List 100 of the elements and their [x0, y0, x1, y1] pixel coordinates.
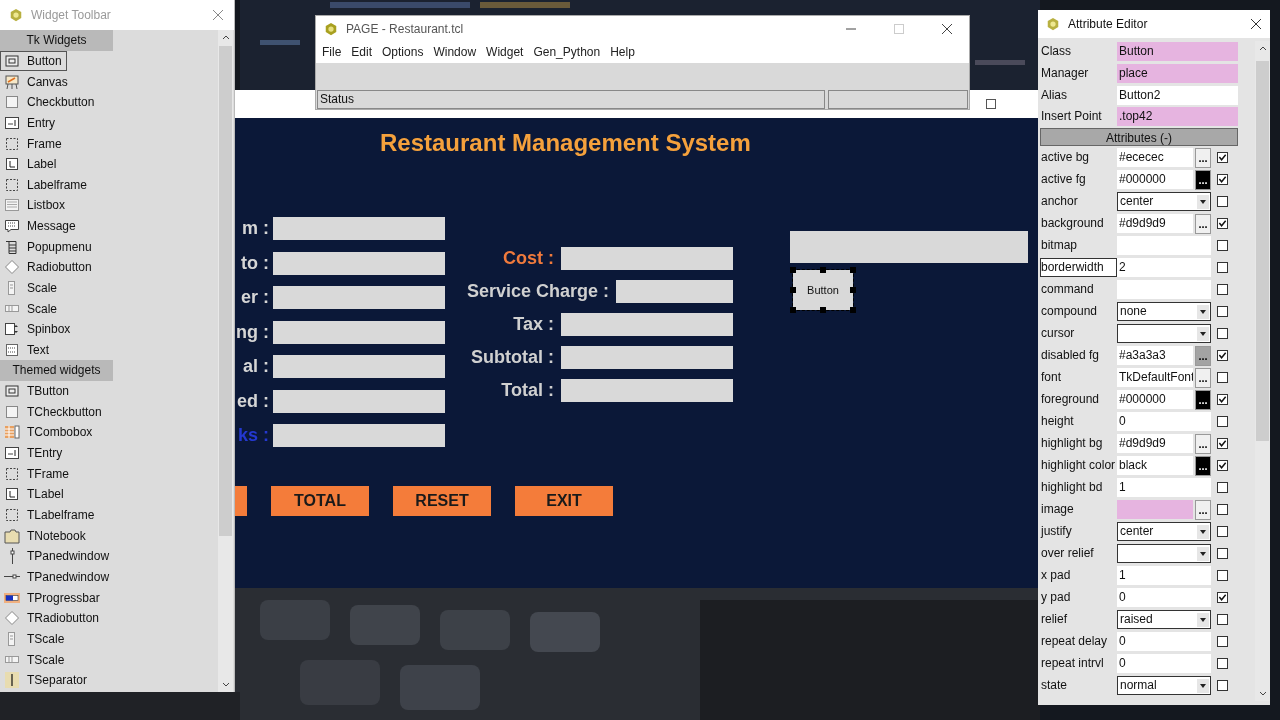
- checkbox[interactable]: [1217, 570, 1228, 582]
- attribute-field[interactable]: 0: [1117, 588, 1211, 608]
- palette-item[interactable]: Checkbutton: [0, 91, 100, 113]
- palette-item[interactable]: TPanedwindow: [0, 566, 115, 588]
- menu-item[interactable]: Widget: [486, 45, 524, 59]
- property-field[interactable]: place: [1117, 64, 1238, 84]
- action-button[interactable]: TOTAL: [271, 486, 369, 516]
- picker-button[interactable]: ...: [1195, 213, 1211, 234]
- input-field[interactable]: [616, 279, 733, 303]
- attribute-field[interactable]: 0: [1117, 654, 1211, 674]
- attribute-field[interactable]: [1117, 500, 1193, 520]
- dropdown-field[interactable]: normal: [1117, 676, 1211, 696]
- palette-item[interactable]: Scale: [0, 298, 63, 319]
- input-field[interactable]: [561, 312, 733, 336]
- palette-item[interactable]: Text: [0, 339, 54, 361]
- attribute-field[interactable]: #ececec: [1117, 148, 1193, 168]
- checkbox[interactable]: [1217, 174, 1228, 186]
- checkbox[interactable]: [1217, 284, 1228, 296]
- attribute-field[interactable]: [1117, 280, 1211, 300]
- attribute-field[interactable]: #a3a3a3: [1117, 346, 1193, 366]
- palette-item[interactable]: TSeparator: [0, 669, 93, 691]
- palette-item[interactable]: Listbox: [0, 195, 71, 216]
- palette-item[interactable]: Canvas: [0, 71, 73, 92]
- checkbox[interactable]: [1217, 636, 1228, 648]
- palette-item[interactable]: Spinbox: [0, 318, 76, 340]
- attribute-field[interactable]: #d9d9d9: [1117, 434, 1193, 454]
- checkbox[interactable]: [1217, 350, 1228, 362]
- checkbox[interactable]: [1217, 658, 1228, 670]
- attribute-field[interactable]: black: [1117, 456, 1193, 476]
- menu-item[interactable]: File: [322, 45, 342, 59]
- dropdown-field[interactable]: none: [1117, 302, 1211, 322]
- input-field[interactable]: [273, 424, 445, 447]
- input-field[interactable]: [561, 246, 733, 270]
- checkbox[interactable]: [1217, 680, 1228, 692]
- property-field[interactable]: .top42: [1117, 107, 1238, 127]
- palette-item[interactable]: TProgressbar: [0, 587, 105, 608]
- property-field[interactable]: Button: [1117, 42, 1238, 62]
- attribute-field[interactable]: 0: [1117, 632, 1211, 652]
- attribute-field[interactable]: 0: [1117, 412, 1211, 432]
- palette-item[interactable]: Popupmenu: [0, 236, 97, 258]
- palette-item[interactable]: Label: [0, 153, 62, 175]
- action-button[interactable]: EXIT: [515, 486, 613, 516]
- attribute-field[interactable]: #d9d9d9: [1117, 214, 1193, 234]
- input-field[interactable]: [273, 251, 445, 275]
- palette-item[interactable]: TRadiobutton: [0, 607, 105, 629]
- menu-item[interactable]: Edit: [351, 45, 373, 59]
- attribute-field[interactable]: [1117, 236, 1211, 256]
- checkbox[interactable]: [1217, 240, 1228, 252]
- input-field[interactable]: [273, 389, 445, 413]
- checkbox[interactable]: [1217, 394, 1228, 406]
- checkbox[interactable]: [1217, 262, 1228, 274]
- palette-item[interactable]: TNotebook: [0, 525, 91, 546]
- attribute-field[interactable]: 1: [1117, 566, 1211, 586]
- picker-button[interactable]: ...: [1195, 455, 1211, 476]
- input-field[interactable]: [790, 231, 1028, 263]
- menu-item[interactable]: Help: [610, 45, 635, 59]
- checkbox[interactable]: [1217, 438, 1228, 450]
- dropdown-field[interactable]: raised: [1117, 610, 1211, 630]
- checkbox[interactable]: [1217, 152, 1228, 164]
- checkbox[interactable]: [1217, 504, 1228, 516]
- palette-item[interactable]: TLabel: [0, 484, 69, 505]
- checkbox[interactable]: [1217, 306, 1228, 318]
- dropdown-field[interactable]: center: [1117, 192, 1211, 212]
- input-field[interactable]: [273, 355, 445, 378]
- attribute-field[interactable]: #000000: [1117, 170, 1193, 190]
- dropdown-field[interactable]: center: [1117, 522, 1211, 542]
- palette-item[interactable]: TCheckbutton: [0, 401, 107, 423]
- checkbox[interactable]: [1217, 548, 1228, 560]
- dropdown-field[interactable]: [1117, 544, 1211, 564]
- checkbox[interactable]: [1217, 196, 1228, 208]
- input-field[interactable]: [273, 286, 445, 309]
- attribute-field[interactable]: 1: [1117, 478, 1211, 498]
- widget-button[interactable]: Button: [793, 270, 853, 310]
- picker-button[interactable]: ...: [1195, 345, 1211, 366]
- palette-item[interactable]: Button: [0, 50, 67, 72]
- checkbox[interactable]: [1217, 416, 1228, 428]
- picker-button[interactable]: ...: [1195, 147, 1211, 168]
- palette-item[interactable]: Frame: [0, 133, 67, 154]
- input-field[interactable]: [273, 320, 445, 344]
- maximize-icon[interactable]: [986, 99, 996, 109]
- picker-button[interactable]: ...: [1195, 169, 1211, 190]
- input-field[interactable]: [561, 378, 733, 402]
- checkbox[interactable]: [1217, 482, 1228, 494]
- menu-item[interactable]: Window: [433, 45, 477, 59]
- checkbox[interactable]: [1217, 372, 1228, 384]
- input-field[interactable]: [273, 217, 445, 240]
- property-field[interactable]: Button2: [1117, 85, 1238, 105]
- picker-button[interactable]: ...: [1195, 433, 1211, 454]
- palette-item[interactable]: TButton: [0, 380, 75, 402]
- picker-button[interactable]: ...: [1195, 389, 1211, 410]
- close-icon[interactable]: [1250, 18, 1262, 30]
- menu-item[interactable]: Options: [382, 45, 424, 59]
- close-icon[interactable]: [941, 22, 953, 35]
- menu-item[interactable]: Gen_Python: [533, 45, 601, 59]
- picker-button[interactable]: ...: [1195, 367, 1211, 388]
- palette-item[interactable]: TPanedwindow: [0, 546, 115, 567]
- palette-item[interactable]: TCombobox: [0, 422, 98, 443]
- checkbox[interactable]: [1217, 328, 1228, 340]
- palette-item[interactable]: TLabelframe: [0, 504, 100, 526]
- palette-item[interactable]: Message: [0, 215, 81, 237]
